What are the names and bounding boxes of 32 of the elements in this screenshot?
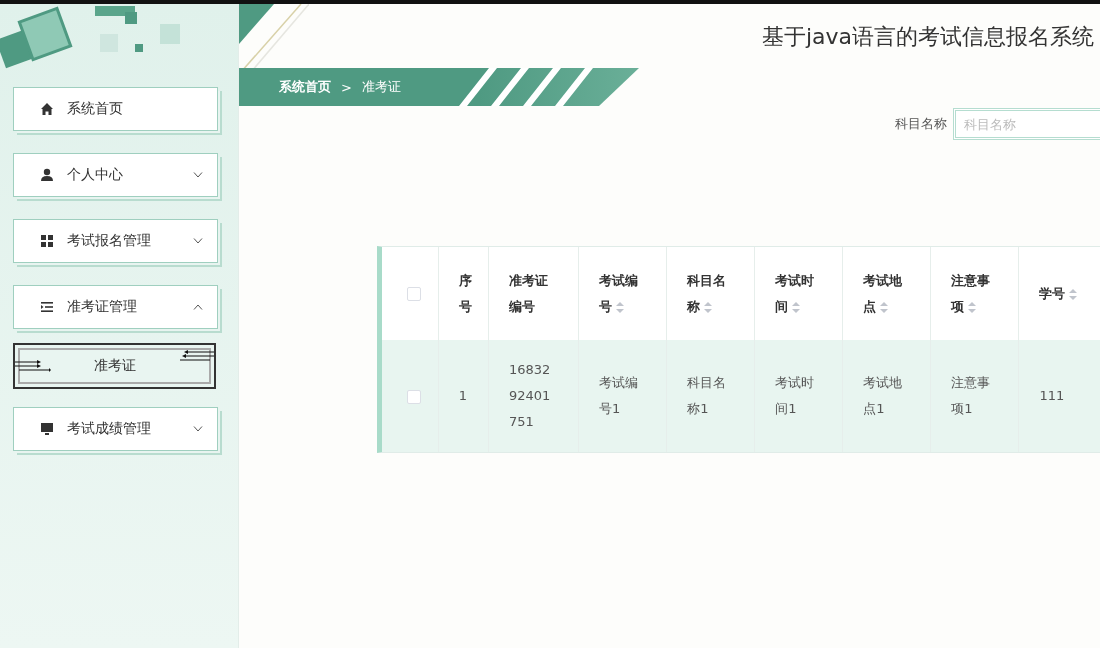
breadcrumb-separator: >	[341, 79, 352, 95]
submenu-item[interactable]: 准考证	[13, 343, 216, 389]
chevron-icon	[193, 238, 203, 244]
home-icon	[40, 102, 54, 116]
table-cell: 科目名称1	[666, 340, 755, 452]
search-field[interactable]: 科目名称	[953, 108, 1100, 140]
chevron-icon	[193, 426, 203, 432]
sort-icon[interactable]	[880, 301, 889, 313]
sort-icon[interactable]	[968, 301, 977, 313]
grid-icon	[40, 234, 54, 248]
table-cell: 111	[1018, 340, 1100, 452]
table-cell: 1683292401751	[488, 340, 579, 452]
sort-icon[interactable]	[704, 301, 713, 313]
list-icon	[40, 300, 54, 314]
monitor-icon	[40, 422, 54, 436]
sort-icon[interactable]	[1069, 288, 1078, 300]
arrows-icon	[180, 349, 214, 363]
table-cell: 考试地点1	[842, 340, 931, 452]
table-cell: 考试编号1	[578, 340, 667, 452]
sort-icon[interactable]	[792, 301, 801, 313]
chevron-icon	[193, 304, 203, 310]
user-icon	[40, 168, 54, 182]
checkbox[interactable]	[407, 389, 421, 404]
table-cell: 注意事项1	[930, 340, 1019, 452]
search-label: 科目名称	[895, 115, 947, 133]
sort-icon[interactable]	[616, 301, 625, 313]
arrows-icon	[15, 359, 51, 373]
table-cell: 1	[438, 340, 489, 452]
page-title: 基于java语言的考试信息报名系统	[761, 23, 1094, 51]
table-cell: 考试时间1	[754, 340, 843, 452]
checkbox[interactable]	[407, 287, 421, 301]
chevron-icon	[193, 172, 203, 178]
